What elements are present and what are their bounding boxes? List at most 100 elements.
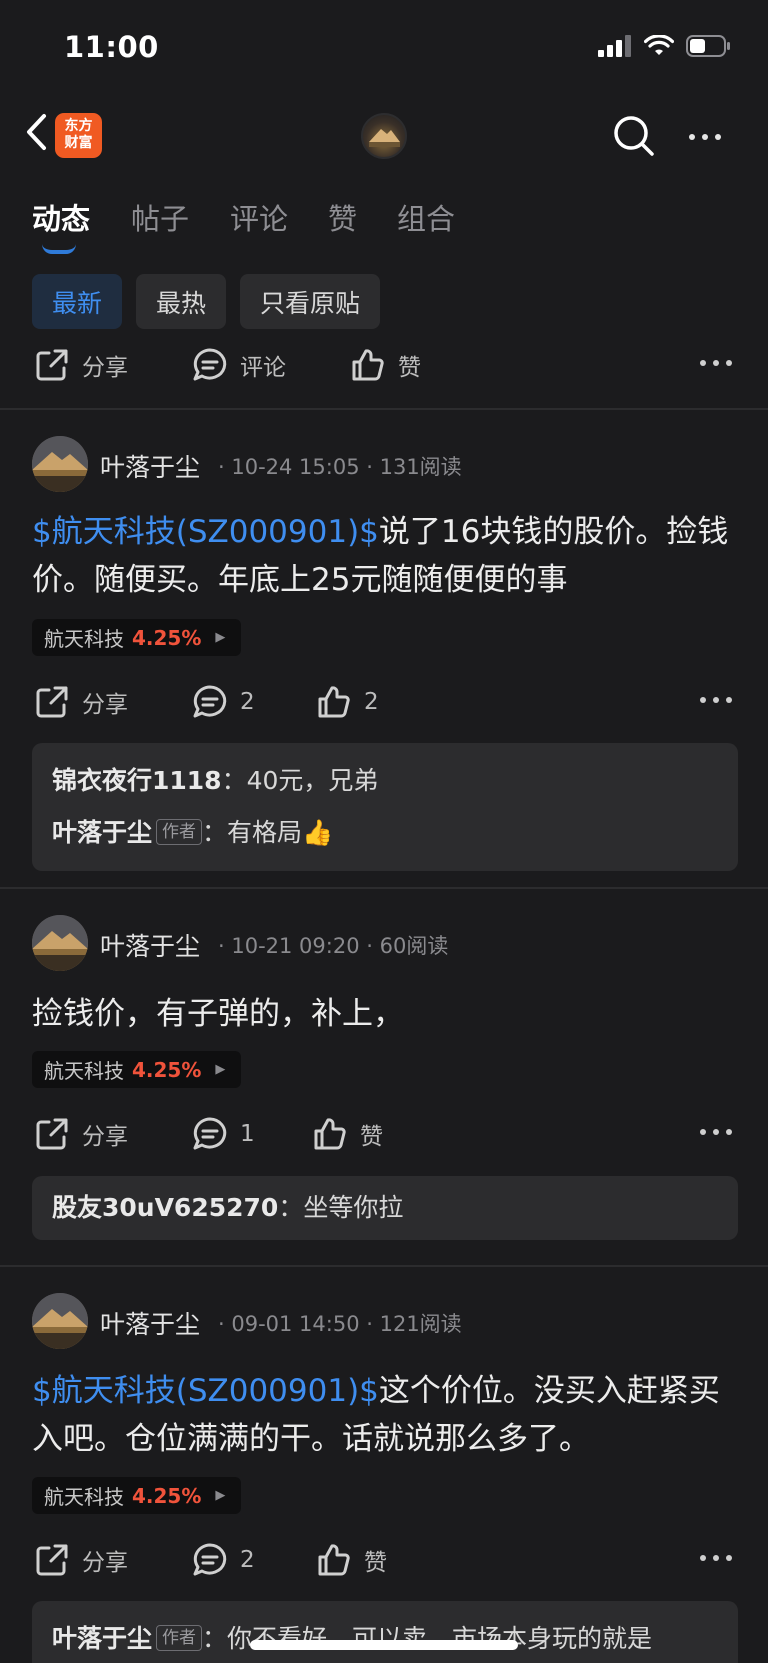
more-dot [700,697,706,703]
post-action-row: 分享 2 2 [0,677,768,727]
stock-mention-link[interactable]: $航天科技(SZ000901)$ [32,514,379,550]
comment-label: 评论 [240,355,286,381]
commenter-name[interactable]: 叶落于尘 [52,1624,152,1653]
post-meta: · 10-24 15:05 · 131阅读 [218,455,462,479]
comment-separator: ： [221,766,247,795]
comment-button[interactable]: 1 [192,1109,255,1159]
like-label: 赞 [398,355,421,381]
comment-button[interactable]: 评论 [192,340,286,390]
share-button[interactable]: 分享 [34,1109,128,1159]
commenter-name[interactable]: 锦衣夜行1118 [52,766,222,795]
comment-separator: ： [202,1624,228,1653]
post-body[interactable]: 捡钱价，有子弹的，补上， [32,990,742,1038]
tab-portfolio[interactable]: 组合 [397,196,455,238]
play-arrow-icon: ▶ [215,1488,226,1503]
comment-separator: ： [202,818,228,847]
author-avatar[interactable] [32,1293,88,1349]
share-label: 分享 [82,1550,128,1576]
divider [0,1265,768,1267]
more-dot [700,1555,706,1561]
search-button[interactable] [612,114,656,158]
tab-likes[interactable]: 赞 [328,196,357,238]
author-avatar[interactable] [32,915,88,971]
stock-tag[interactable]: 航天科技 4.25% ▶ [32,1051,242,1088]
tab-posts[interactable]: 帖子 [131,196,189,238]
post-action-row: 分享 2 赞 [0,1535,768,1585]
more-dot [713,697,719,703]
share-button[interactable]: 分享 [34,1535,128,1585]
comment-text: 坐等你拉 [303,1193,404,1222]
post-body[interactable]: $航天科技(SZ000901)$说了16块钱的股价。捡钱价。随便买。年底上25元… [32,508,742,604]
chevron-left-icon [27,114,46,150]
comment-item[interactable]: 叶落于尘 作者 ：有格局👍 [52,807,718,859]
commenter-name[interactable]: 股友30uV625270 [52,1193,278,1222]
comment-preview-box[interactable]: 叶落于尘 作者 ：你不看好，可以卖，市场本身玩的就是 [32,1601,738,1663]
stock-tag-change: 4.25% [132,1057,202,1082]
post-action-row: 分享 评论 赞 [0,340,768,390]
commenter-name[interactable]: 叶落于尘 [52,818,152,847]
filter-original-only[interactable]: 只看原贴 [240,274,381,329]
comment-item[interactable]: 锦衣夜行1118：40元，兄弟 [52,755,718,807]
more-options-button[interactable] [684,122,726,152]
back-button[interactable] [16,108,56,156]
like-button[interactable]: 赞 [316,1535,387,1585]
like-button[interactable]: 赞 [350,340,421,390]
share-label: 分享 [82,1124,128,1150]
thumbs-up-icon [352,349,384,381]
like-label: 赞 [360,1124,383,1150]
comment-item[interactable]: 叶落于尘 作者 ：你不看好，可以卖，市场本身玩的就是 [52,1613,718,1663]
like-count: 2 [364,689,379,715]
more-dot [689,134,695,140]
comment-preview-box[interactable]: 锦衣夜行1118：40元，兄弟 叶落于尘 作者 ：有格局👍 [32,743,738,871]
post-body[interactable]: $航天科技(SZ000901)$这个价位。没买入赶紧买入吧。仓位满满的干。话就说… [32,1367,742,1463]
post-more-button[interactable] [700,1555,732,1561]
stock-tag-name: 航天科技 [44,627,124,651]
post-more-button[interactable] [700,1129,732,1135]
comment-count: 2 [240,1547,255,1573]
share-icon [36,1544,68,1576]
thumbs-up-icon [318,686,350,718]
comment-item[interactable]: 股友30uV625270：坐等你拉 [52,1182,718,1234]
comment-text: 40元，兄弟 [246,766,379,795]
mountain-icon [32,436,88,492]
comment-text: 有格局👍 [227,818,334,847]
status-time: 11:00 [64,30,159,64]
comment-count: 2 [240,689,255,715]
like-button[interactable]: 2 [316,677,379,727]
tab-comments[interactable]: 评论 [230,196,288,238]
filter-latest[interactable]: 最新 [32,274,123,329]
tab-dynamics[interactable]: 动态 [32,196,90,238]
comment-separator: ： [278,1193,304,1222]
more-dot [726,1129,732,1135]
battery-icon [686,35,730,57]
filter-chips: 最新 最热 只看原贴 [32,274,381,329]
comment-preview-box[interactable]: 股友30uV625270：坐等你拉 [32,1176,738,1240]
author-name[interactable]: 叶落于尘 [100,1305,200,1341]
share-label: 分享 [82,355,128,381]
profile-avatar[interactable] [361,113,407,159]
like-button[interactable]: 赞 [312,1109,383,1159]
stock-tag-name: 航天科技 [44,1485,124,1509]
author-avatar[interactable] [32,436,88,492]
stock-tag[interactable]: 航天科技 4.25% ▶ [32,619,242,656]
comment-button[interactable]: 2 [192,677,255,727]
divider [0,887,768,889]
stock-mention-link[interactable]: $航天科技(SZ000901)$ [32,1373,379,1409]
like-label: 赞 [364,1550,387,1576]
home-indicator[interactable] [250,1640,518,1650]
post-more-button[interactable] [700,360,732,366]
more-dot [700,1129,706,1135]
stock-tag-change: 4.25% [132,1483,202,1508]
stock-tag[interactable]: 航天科技 4.25% ▶ [32,1477,242,1514]
author-name[interactable]: 叶落于尘 [100,927,200,963]
app-logo[interactable]: 东方财富 [55,113,102,158]
post-header: 叶落于尘 · 10-24 15:05 · 131阅读 [0,436,768,496]
filter-hottest[interactable]: 最热 [136,274,227,329]
share-button[interactable]: 分享 [34,677,128,727]
share-icon [36,349,68,381]
divider [0,408,768,410]
share-button[interactable]: 分享 [34,340,128,390]
post-more-button[interactable] [700,697,732,703]
author-name[interactable]: 叶落于尘 [100,448,200,484]
comment-button[interactable]: 2 [192,1535,255,1585]
